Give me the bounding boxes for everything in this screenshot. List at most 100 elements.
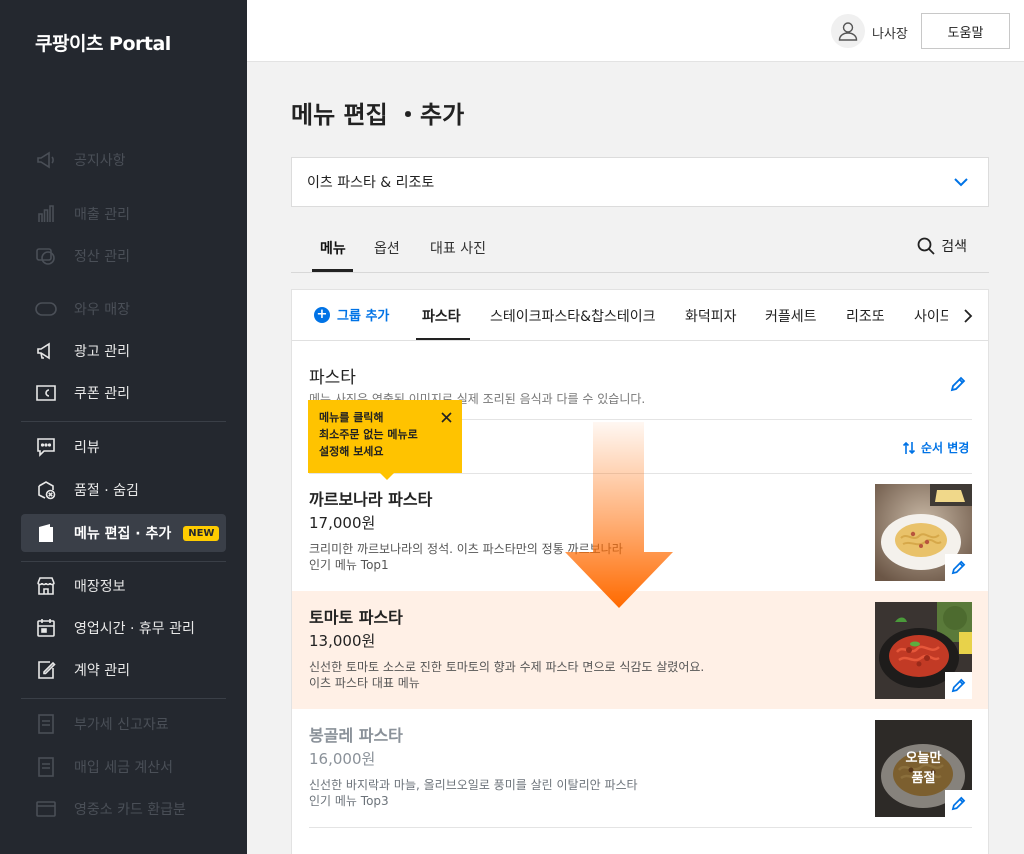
pencil-icon <box>951 796 966 811</box>
sidebar-item-contract[interactable]: 계약 관리 <box>21 651 226 689</box>
menu-item-name: 토마토 파스타 <box>309 608 403 627</box>
tab-options[interactable]: 옵션 <box>374 238 400 258</box>
sidebar-item-coupon[interactable]: 쿠폰 관리 <box>21 374 226 412</box>
sidebar-item-label: 영중소 카드 환급분 <box>74 802 186 818</box>
menu-book-icon <box>35 522 57 544</box>
avatar[interactable] <box>831 14 865 48</box>
pencil-icon <box>951 560 966 575</box>
chevron-right-icon <box>964 308 973 323</box>
group-tab-side[interactable]: 사이드 <box>914 306 953 326</box>
close-icon[interactable] <box>441 411 452 428</box>
reorder-button[interactable]: 순서 변경 <box>902 439 969 456</box>
tooltip-tail <box>380 473 394 480</box>
menu-item-desc-line: 신선한 토마토 소스로 진한 토마토의 향과 수제 파스타 면으로 식감도 살렸… <box>309 660 705 674</box>
tooltip-line: 최소주문 없는 메뉴로 <box>319 428 418 441</box>
sidebar-item-wow[interactable]: 와우 매장 <box>21 290 226 328</box>
group-tab-couple-set[interactable]: 커플세트 <box>765 306 817 326</box>
edit-photo-button[interactable] <box>945 790 972 817</box>
sidebar-item-label: 매출 관리 <box>74 207 130 223</box>
search-label: 검색 <box>941 239 967 255</box>
menu-tabs: 메뉴 옵션 대표 사진 검색 <box>291 226 989 273</box>
help-button[interactable]: 도움말 <box>921 13 1010 49</box>
user-icon <box>838 22 858 41</box>
menu-item-photo[interactable] <box>875 602 972 699</box>
sidebar-item-label: 매입 세금 계산서 <box>74 760 174 776</box>
contract-icon <box>35 659 57 681</box>
menu-item-desc-line: 인기 메뉴 Top3 <box>309 794 389 808</box>
won-coin-icon <box>35 245 57 267</box>
plus-circle-icon: + <box>314 306 330 323</box>
chat-icon <box>35 436 57 458</box>
sidebar-item-label: 광고 관리 <box>74 344 130 360</box>
menu-item-price: 16,000원 <box>309 750 376 768</box>
sidebar-item-vat[interactable]: 부가세 신고자료 <box>21 705 226 743</box>
menu-item-desc-line: 크리미한 까르보나라의 정석. 이츠 파스타만의 정통 까르보나라 <box>309 542 623 556</box>
edit-photo-button[interactable] <box>945 672 972 699</box>
menu-item-photo[interactable]: 오늘만 품절 <box>875 720 972 817</box>
sidebar-item-card-refund[interactable]: 영중소 카드 환급분 <box>21 790 226 828</box>
search-button[interactable]: 검색 <box>917 236 967 256</box>
sidebar-item-hours[interactable]: 영업시간 · 휴무 관리 <box>21 609 226 647</box>
add-group-button[interactable]: + 그룹 추가 <box>314 305 389 324</box>
menu-panel: + 그룹 추가 파스타 스테이크파스타&찹스테이크 화덕피자 커플세트 리조또 … <box>291 289 989 854</box>
group-tab-active-indicator <box>416 338 470 340</box>
sidebar-item-label: 메뉴 편집 · 추가 <box>74 526 172 542</box>
sidebar-item-review[interactable]: 리뷰 <box>21 428 226 466</box>
sidebar-item-notice[interactable]: 공지사항 <box>21 141 226 179</box>
group-tab-pasta[interactable]: 파스타 <box>422 306 461 326</box>
sidebar-item-tax-invoice[interactable]: 매입 세금 계산서 <box>21 748 226 786</box>
tip-tooltip: 메뉴를 클릭해 최소주문 없는 메뉴로 설정해 보세요 <box>308 400 462 480</box>
divider <box>309 827 972 828</box>
tab-main-photo[interactable]: 대표 사진 <box>430 238 486 258</box>
sidebar-item-label: 영업시간 · 휴무 관리 <box>74 621 195 637</box>
card-icon <box>35 798 57 820</box>
page-title: 메뉴 편집 ・추가 <box>291 101 465 129</box>
reorder-label: 순서 변경 <box>921 441 970 455</box>
sort-arrows-icon <box>902 441 916 454</box>
sidebar-divider <box>21 561 226 562</box>
menu-item-row[interactable]: 봉골레 파스타 16,000원 신선한 바지락과 마늘, 올리브오일로 풍미를 … <box>292 709 988 827</box>
menu-item-row[interactable]: 토마토 파스타 13,000원 신선한 토마토 소스로 진한 토마토의 향과 수… <box>292 591 988 709</box>
edit-photo-button[interactable] <box>945 554 972 581</box>
group-tab-risotto[interactable]: 리조또 <box>846 306 885 326</box>
soldout-label-line: 오늘만 <box>905 750 942 766</box>
menu-item-name: 까르보나라 파스타 <box>309 490 433 509</box>
sidebar-item-soldout[interactable]: 품절 · 숨김 <box>21 471 226 509</box>
group-tabs-next-button[interactable] <box>948 290 988 340</box>
sidebar-item-label: 쿠폰 관리 <box>74 386 130 402</box>
sidebar-item-label: 리뷰 <box>74 440 100 456</box>
sidebar: 쿠팡이츠 Portal 공지사항 매출 관리 정산 관리 와우 매장 광고 관리… <box>0 0 247 854</box>
menu-item-desc-line: 신선한 바지락과 마늘, 올리브오일로 풍미를 살린 이탈리안 파스타 <box>309 778 638 792</box>
menu-item-row[interactable]: 까르보나라 파스타 17,000원 크리미한 까르보나라의 정석. 이츠 파스타… <box>292 473 988 591</box>
sidebar-item-store-info[interactable]: 매장정보 <box>21 567 226 605</box>
sidebar-item-label: 와우 매장 <box>74 302 130 318</box>
group-tab-pizza[interactable]: 화덕피자 <box>685 306 737 326</box>
sidebar-item-menu-edit[interactable]: 메뉴 편집 · 추가 NEW <box>21 514 226 552</box>
sidebar-item-label: 계약 관리 <box>74 663 130 679</box>
new-badge: NEW <box>183 525 220 541</box>
menu-item-price: 13,000원 <box>309 632 376 650</box>
sidebar-item-settlement[interactable]: 정산 관리 <box>21 237 226 275</box>
store-select[interactable]: 이츠 파스타 & 리조토 <box>291 157 989 207</box>
brand-logo[interactable]: 쿠팡이츠 Portal <box>35 29 171 56</box>
menu-item-photo[interactable] <box>875 484 972 581</box>
sidebar-item-label: 공지사항 <box>74 153 126 169</box>
tab-menu[interactable]: 메뉴 <box>320 238 346 258</box>
store-select-value: 이츠 파스타 & 리조토 <box>307 175 435 191</box>
menu-item-description: 신선한 바지락과 마늘, 올리브오일로 풍미를 살린 이탈리안 파스타 인기 메… <box>309 777 638 809</box>
sidebar-item-sales[interactable]: 매출 관리 <box>21 195 226 233</box>
store-icon <box>35 575 57 597</box>
coupon-icon <box>35 382 57 404</box>
pencil-icon <box>950 376 966 392</box>
sidebar-item-ads[interactable]: 광고 관리 <box>21 332 226 370</box>
soldout-box-icon <box>35 479 57 501</box>
edit-group-button[interactable] <box>948 374 968 394</box>
tax-doc-icon <box>35 756 57 778</box>
menu-item-desc-line: 인기 메뉴 Top1 <box>309 558 389 572</box>
group-tab-steak-pasta[interactable]: 스테이크파스타&찹스테이크 <box>490 306 655 326</box>
soldout-label-line: 품절 <box>911 770 936 786</box>
tab-active-indicator <box>312 269 353 272</box>
wow-icon <box>35 298 57 320</box>
megaphone-icon <box>35 149 57 171</box>
search-icon <box>917 237 935 255</box>
